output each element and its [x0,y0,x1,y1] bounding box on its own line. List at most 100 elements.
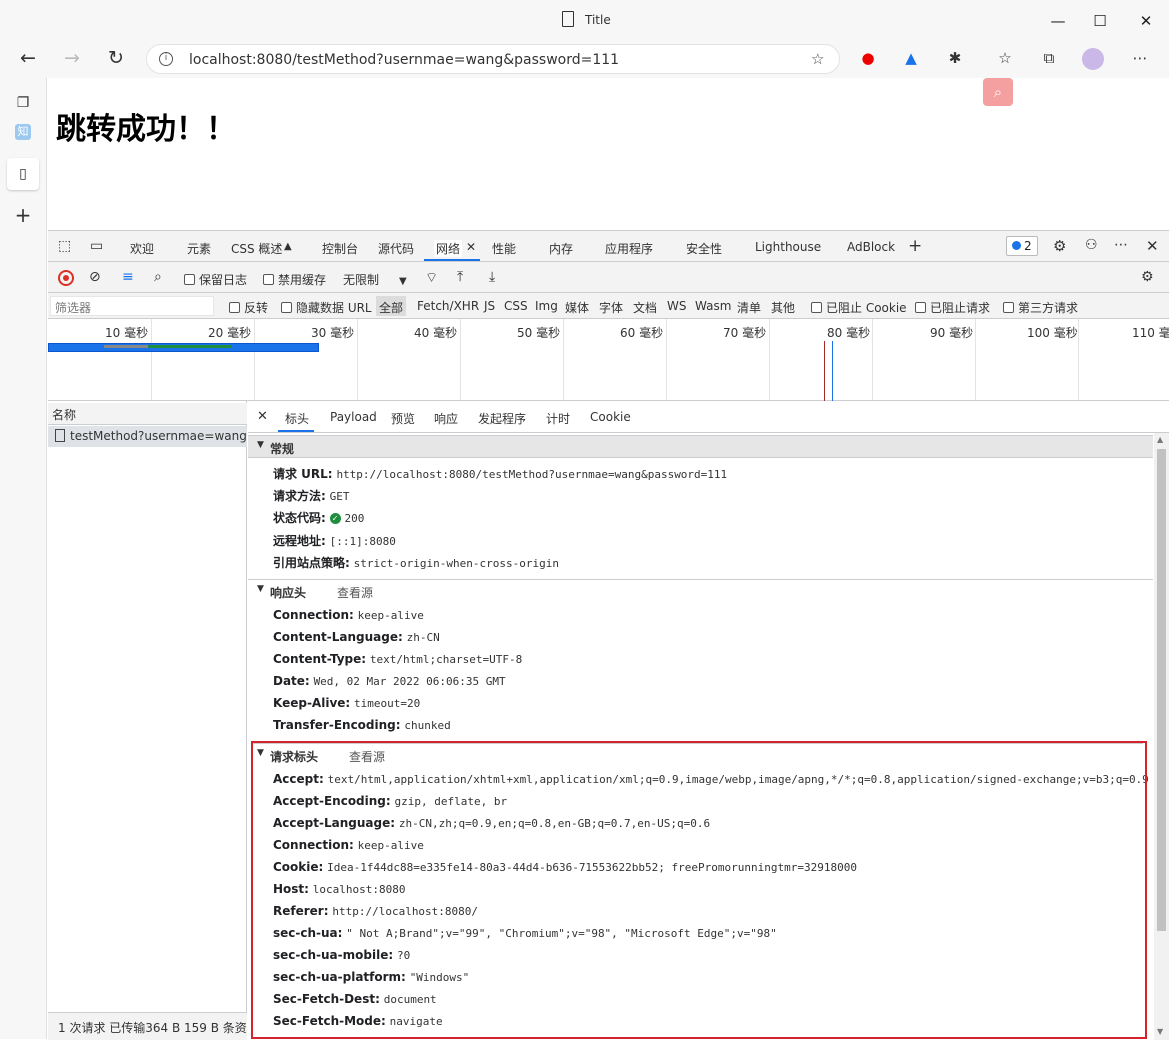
view-source-link[interactable]: 查看源 [337,584,373,601]
close-window-button[interactable]: ✕ [1136,12,1156,30]
network-overview-timeline[interactable]: 10 毫秒 20 毫秒 30 毫秒 40 毫秒 50 毫秒 60 毫秒 70 毫… [48,319,1169,401]
response-header-row: Content-Language: zh-CN [273,630,440,644]
blocked-cookies-checkbox[interactable]: 已阻止 Cookie [811,299,907,316]
customize-icon[interactable]: ⚇ [1085,237,1098,253]
tab-timing[interactable]: 计时 [546,410,570,427]
filter-type-doc[interactable]: 文档 [633,299,657,316]
maximize-button[interactable]: ☐ [1090,12,1110,30]
scrollbar-thumb[interactable] [1157,449,1166,931]
extension-icon[interactable]: ▲ [900,49,922,67]
close-devtools-icon[interactable]: ✕ [1146,237,1159,255]
blocked-requests-checkbox[interactable]: 已阻止请求 [915,299,990,316]
close-detail-icon[interactable]: ✕ [257,409,268,424]
response-header-row: Connection: keep-alive [273,608,424,622]
issues-badge[interactable]: 2 [1006,236,1038,256]
response-headers-section-header[interactable]: ▼ 响应头 查看源 [248,579,1153,602]
address-bar[interactable]: i localhost:8080/testMethod?usernmae=wan… [146,44,840,74]
tab-network-close-icon[interactable]: ✕ [466,240,476,254]
device-toolbar-icon[interactable]: ▭ [90,238,103,254]
tab-elements[interactable]: 元素 [187,240,211,257]
filter-type-img[interactable]: Img [535,299,558,313]
forward-button[interactable]: → [60,48,84,68]
profile-avatar[interactable] [1082,48,1104,70]
import-har-icon[interactable]: ⤒ [457,269,463,285]
export-har-icon[interactable]: ⤓ [489,269,495,285]
filter-icon[interactable]: ≡ [122,269,134,285]
tab-sources[interactable]: 源代码 [378,240,414,257]
zhihu-tab-icon[interactable]: 知 [15,124,31,140]
more-tabs-icon[interactable]: + [908,236,922,256]
minimize-button[interactable]: — [1048,12,1068,30]
tab-security[interactable]: 安全性 [686,240,722,257]
page-tab-icon[interactable]: ▯ [7,158,39,190]
tab-memory[interactable]: 内存 [549,240,573,257]
tab-adblock[interactable]: AdBlock [847,240,895,254]
filter-type-wasm[interactable]: Wasm [695,299,731,313]
tab-headers[interactable]: 标头 [285,410,309,427]
opera-extension-icon[interactable]: ● [857,49,879,67]
network-summary: 1 次请求 已传输364 B 159 B 条资源 [48,1012,247,1040]
search-icon[interactable]: ⌕ [983,78,1013,106]
tab-console[interactable]: 控制台 [322,240,358,257]
favorites-icon[interactable]: ☆ [994,49,1016,67]
tab-response[interactable]: 响应 [434,410,458,427]
tab-network[interactable]: 网络 [434,240,463,257]
header-key: 请求方法: [273,489,326,503]
filter-type-fetch-xhr[interactable]: Fetch/XHR [417,299,479,313]
tab-initiator[interactable]: 发起程序 [478,410,526,427]
tab-application[interactable]: 应用程序 [605,240,653,257]
throttle-select[interactable]: 无限制 ▼ [343,271,407,288]
back-button[interactable]: ← [16,48,40,68]
search-network-icon[interactable]: ⌕ [154,269,162,285]
general-section-header[interactable]: ▼ 常规 [248,435,1153,458]
disable-cache-checkbox[interactable]: 禁用缓存 [263,271,326,288]
settings-gear-icon[interactable]: ⚙ [1053,237,1066,255]
filter-type-font[interactable]: 字体 [599,299,623,316]
page-content: 跳转成功！！ ⌕ [48,78,1169,228]
new-tab-icon[interactable]: + [10,202,36,228]
invert-checkbox[interactable]: 反转 [229,299,268,316]
tab-preview[interactable]: 预览 [391,410,415,427]
filter-type-ws[interactable]: WS [667,299,686,313]
clear-icon[interactable]: ⊘ [89,269,101,285]
tab-payload[interactable]: Payload [330,410,377,424]
filter-type-all[interactable]: 全部 [376,296,407,316]
tab-welcome[interactable]: 欢迎 [130,240,154,257]
general-row: 远程地址: [::1]:8080 [273,532,396,549]
add-favorite-icon[interactable]: ☆ [811,50,824,68]
timeline-label: 40 毫秒 [414,326,458,340]
detail-scrollbar[interactable]: ▲ ▼ [1154,433,1169,1040]
name-column-header[interactable]: 名称 [48,403,247,425]
filter-type-media[interactable]: 媒体 [565,299,589,316]
preserve-log-checkbox[interactable]: 保留日志 [184,271,247,288]
tab-css-overview[interactable]: CSS 概述 [231,240,282,257]
scroll-down-arrow-icon[interactable]: ▼ [1157,1027,1163,1036]
more-menu-icon[interactable]: ⋯ [1129,49,1151,67]
tab-cookies[interactable]: Cookie [590,410,631,424]
extensions-puzzle-icon[interactable]: ✱ [944,49,966,67]
hide-data-url-checkbox[interactable]: 隐藏数据 URL [281,299,372,316]
tab-lighthouse[interactable]: Lighthouse [755,240,821,254]
filter-type-css[interactable]: CSS [504,299,528,313]
network-settings-icon[interactable]: ⚙ [1141,269,1154,285]
request-row[interactable]: testMethod?usernmae=wang... [48,426,247,447]
general-row: 状态代码: ✓ 200 [273,509,364,526]
tabs-icon[interactable]: ❐ [10,90,36,116]
filter-input[interactable]: 筛选器 [50,296,214,316]
vertical-tabs-sidebar: ❐ 知 ▯ + [0,78,47,1039]
timeline-label: 90 毫秒 [930,326,974,340]
filter-type-js[interactable]: JS [484,299,495,313]
third-party-checkbox[interactable]: 第三方请求 [1003,299,1078,316]
url-text[interactable]: localhost:8080/testMethod?usernmae=wang&… [189,52,619,68]
refresh-button[interactable]: ↻ [104,48,128,68]
filter-type-manifest[interactable]: 清单 [737,299,761,316]
filter-type-other[interactable]: 其他 [771,299,795,316]
collections-icon[interactable]: ⧉ [1038,49,1060,67]
more-options-icon[interactable]: ⋯ [1114,237,1128,253]
inspect-icon[interactable]: ⬚ [58,238,71,254]
tab-performance[interactable]: 性能 [492,240,516,257]
record-icon[interactable] [58,270,74,286]
scroll-up-arrow-icon[interactable]: ▲ [1157,435,1163,444]
info-icon[interactable]: i [159,52,173,66]
network-conditions-icon[interactable]: ⌔ [425,269,438,287]
